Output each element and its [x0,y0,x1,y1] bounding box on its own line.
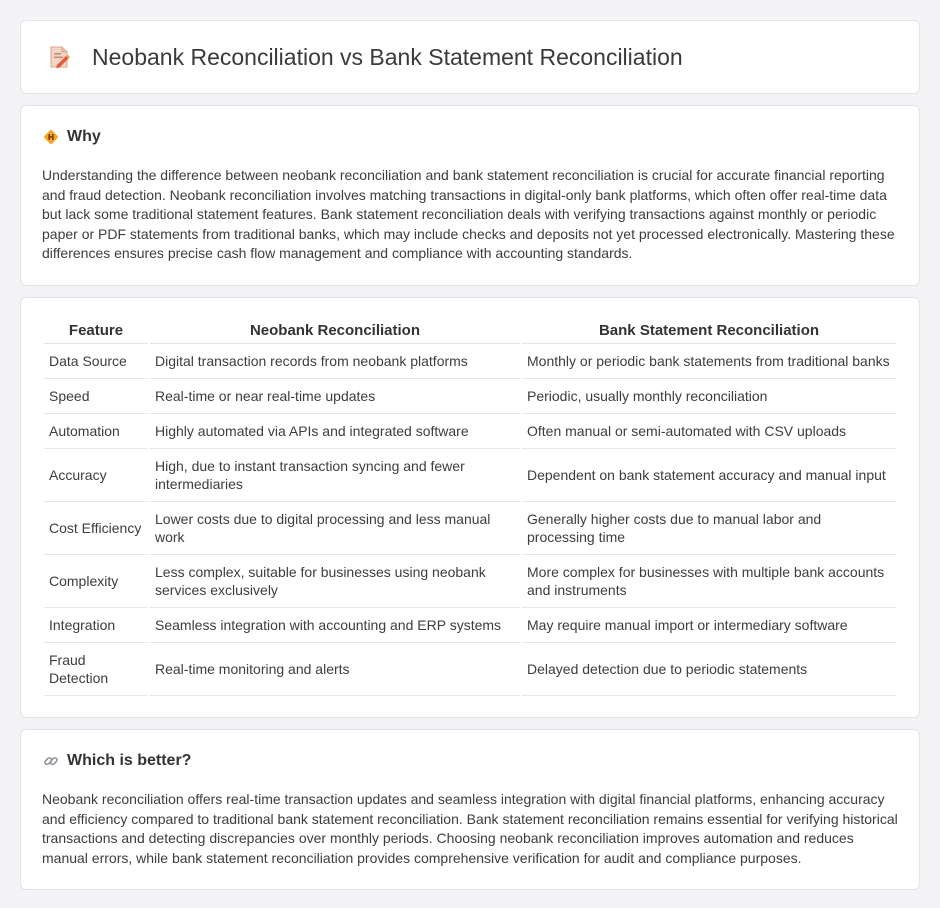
neobank-cell: Highly automated via APIs and integrated… [150,414,520,449]
comparison-table: Feature Neobank Reconciliation Bank Stat… [42,317,898,696]
link-icon [42,752,60,770]
title-card: Neobank Reconciliation vs Bank Statement… [20,20,920,94]
bank-statement-cell: May require manual import or intermediar… [522,608,896,643]
table-row: Speed Real-time or near real-time update… [44,379,896,414]
table-row: Accuracy High, due to instant transactio… [44,449,896,502]
document-edit-icon [46,44,72,70]
feature-cell: Cost Efficiency [44,502,148,555]
feature-cell: Complexity [44,555,148,608]
neobank-cell: Real-time monitoring and alerts [150,643,520,696]
comparison-table-card: Feature Neobank Reconciliation Bank Stat… [20,296,920,718]
bank-statement-cell: Periodic, usually monthly reconciliation [522,379,896,414]
bank-statement-cell: Dependent on bank statement accuracy and… [522,449,896,502]
neobank-cell: Digital transaction records from neobank… [150,344,520,379]
header-feature: Feature [44,317,148,344]
table-row: Integration Seamless integration with ac… [44,608,896,643]
which-is-better-section: Which is better? Neobank reconciliation … [20,728,920,891]
why-text: Understanding the difference between neo… [42,167,895,262]
neobank-cell: Seamless integration with accounting and… [150,608,520,643]
table-row: Cost Efficiency Lower costs due to digit… [44,502,896,555]
feature-cell: Data Source [44,344,148,379]
feature-cell: Automation [44,414,148,449]
why-heading: Why [42,128,898,146]
neobank-cell: Less complex, suitable for businesses us… [150,555,520,608]
feature-cell: Speed [44,379,148,414]
bank-statement-cell: Delayed detection due to periodic statem… [522,643,896,696]
page-title: Neobank Reconciliation vs Bank Statement… [92,43,683,70]
feature-cell: Integration [44,608,148,643]
why-section: Why Understanding the difference between… [20,105,920,286]
bank-statement-cell: Monthly or periodic bank statements from… [522,344,896,379]
table-row: Complexity Less complex, suitable for bu… [44,555,896,608]
neobank-cell: Real-time or near real-time updates [150,379,520,414]
bank-statement-cell: Generally higher costs due to manual lab… [522,502,896,555]
bank-statement-cell: Often manual or semi-automated with CSV … [522,414,896,449]
neobank-cell: High, due to instant transaction syncing… [150,449,520,502]
why-title: Why [67,128,101,145]
neobank-cell: Lower costs due to digital processing an… [150,502,520,555]
bank-statement-cell: More complex for businesses with multipl… [522,555,896,608]
feature-cell: Accuracy [44,449,148,502]
better-title: Which is better? [67,751,192,769]
better-heading: Which is better? [42,752,898,770]
better-text: Neobank reconciliation offers real-time … [42,790,898,866]
table-header-row: Feature Neobank Reconciliation Bank Stat… [44,317,896,344]
header-bank-statement: Bank Statement Reconciliation [522,317,896,344]
diamond-warning-icon [42,128,60,146]
feature-cell: Fraud Detection [44,643,148,696]
table-row: Fraud Detection Real-time monitoring and… [44,643,896,696]
table-row: Data Source Digital transaction records … [44,344,896,379]
table-row: Automation Highly automated via APIs and… [44,414,896,449]
header-neobank: Neobank Reconciliation [150,317,520,344]
